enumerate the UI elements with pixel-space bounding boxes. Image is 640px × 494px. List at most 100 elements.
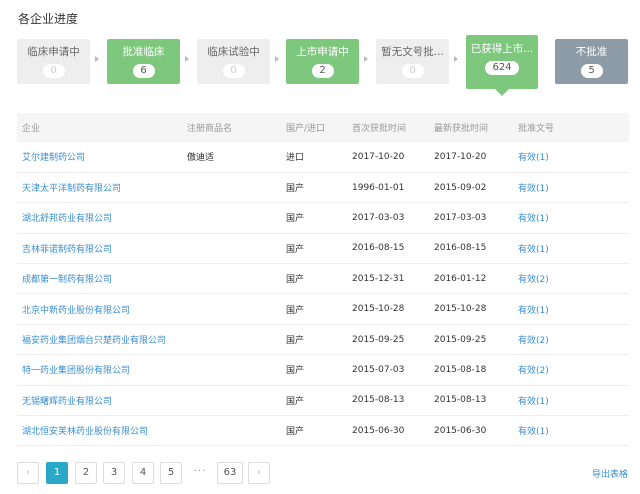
table-row: 无锡曙辉药业有限公司 国产 2015-08-13 2015-08-13 有效(1…: [17, 385, 629, 417]
table-row: 福安药业集团烟台只楚药业有限公司 国产 2015-09-25 2015-09-2…: [17, 324, 629, 356]
enterprise-link[interactable]: 湖北恒安芙林药业股份有限公司: [17, 415, 182, 447]
table-row: 艾尔建制药公司 傲迪适 进口 2017-10-20 2017-10-20 有效(…: [17, 142, 629, 173]
stage-no-license[interactable]: 暂无文号批... 0: [376, 39, 449, 84]
brand-name-cell: [182, 415, 281, 447]
prev-page-button[interactable]: ‹: [17, 462, 39, 484]
stage-count: 2: [311, 64, 334, 78]
chevron-right-icon: [275, 56, 279, 62]
table-row: 湖北舒邦药业有限公司 国产 2017-03-03 2017-03-03 有效(1…: [17, 202, 629, 234]
latest-approval-cell: 2017-10-20: [429, 142, 513, 173]
stage-label: 临床申请中: [27, 46, 80, 58]
approval-number-link[interactable]: 有效(2): [513, 263, 629, 295]
stage-count: 0: [42, 64, 65, 78]
stage-clinical-application[interactable]: 临床申请中 0: [17, 39, 90, 84]
page-button-2[interactable]: 2: [75, 462, 97, 484]
chevron-right-icon: [454, 56, 458, 62]
stage-label: 临床试验中: [207, 46, 260, 58]
brand-name-cell: [182, 324, 281, 356]
approval-number-link[interactable]: 有效(1): [513, 293, 629, 325]
page-button-4[interactable]: 4: [132, 462, 154, 484]
table-row: 天津太平洋制药有限公司 国产 1996-01-01 2015-09-02 有效(…: [17, 172, 629, 204]
stage-clinical-trial[interactable]: 临床试验中 0: [197, 39, 270, 84]
brand-name-cell: 傲迪适: [182, 142, 281, 173]
first-approval-cell: 2017-10-20: [347, 142, 429, 173]
enterprise-link[interactable]: 艾尔建制药公司: [17, 142, 182, 173]
col-header-origin[interactable]: 国产/进口: [281, 113, 347, 142]
enterprise-link[interactable]: 天津太平洋制药有限公司: [17, 172, 182, 204]
brand-name-cell: [182, 172, 281, 204]
table-row: 吉林菲诺制药有限公司 国产 2016-08-15 2016-08-15 有效(1…: [17, 233, 629, 265]
first-approval-cell: 2015-06-30: [347, 415, 429, 447]
first-approval-cell: 2015-10-28: [347, 293, 429, 325]
col-header-approval-number[interactable]: 批准文号: [513, 113, 629, 142]
origin-cell: 国产: [281, 293, 347, 325]
page-button-1[interactable]: 1: [46, 462, 68, 484]
page-button-5[interactable]: 5: [160, 462, 182, 484]
brand-name-cell: [182, 202, 281, 234]
origin-cell: 国产: [281, 172, 347, 204]
brand-name-cell: [182, 293, 281, 325]
stage-market-application[interactable]: 上市申请中 2: [286, 39, 359, 84]
origin-cell: 国产: [281, 202, 347, 234]
enterprise-link[interactable]: 北京中新药业股份有限公司: [17, 293, 182, 325]
col-header-first-approval[interactable]: 首次获批时间: [347, 113, 429, 142]
stage-count: 6: [132, 64, 155, 78]
latest-approval-cell: 2016-08-15: [429, 233, 513, 265]
approval-number-link[interactable]: 有效(1): [513, 142, 629, 173]
chevron-right-icon: [364, 56, 368, 62]
stage-count: 5: [580, 64, 603, 78]
chevron-right-icon: [95, 56, 99, 62]
stage-label: 已获得上市...: [470, 43, 534, 55]
brand-name-cell: [182, 385, 281, 417]
export-table-link[interactable]: 导出表格: [592, 467, 628, 480]
section-title: 各企业进度: [18, 12, 79, 26]
first-approval-cell: 2016-08-15: [347, 233, 429, 265]
stage-count: 0: [401, 64, 424, 78]
latest-approval-cell: 2015-08-13: [429, 385, 513, 417]
table-row: 北京中新药业股份有限公司 国产 2015-10-28 2015-10-28 有效…: [17, 293, 629, 325]
next-page-button[interactable]: ›: [248, 462, 270, 484]
first-approval-cell: 2015-12-31: [347, 263, 429, 295]
approval-number-link[interactable]: 有效(1): [513, 233, 629, 265]
stage-rejected[interactable]: 不批准 5: [555, 39, 628, 84]
latest-approval-cell: 2015-09-25: [429, 324, 513, 356]
origin-cell: 国产: [281, 324, 347, 356]
brand-name-cell: [182, 263, 281, 295]
approval-number-link[interactable]: 有效(1): [513, 385, 629, 417]
enterprise-link[interactable]: 特一药业集团股份有限公司: [17, 354, 182, 386]
approval-number-link[interactable]: 有效(1): [513, 202, 629, 234]
stage-count: 624: [485, 61, 519, 75]
chevron-right-icon: [185, 56, 189, 62]
stage-market-approved[interactable]: 已获得上市... 624: [466, 35, 538, 96]
approval-number-link[interactable]: 有效(2): [513, 324, 629, 356]
enterprise-table: 企业 注册商品名 国产/进口 首次获批时间 最新获批时间 批准文号 艾尔建制药公…: [17, 113, 629, 447]
origin-cell: 国产: [281, 385, 347, 417]
approval-number-link[interactable]: 有效(1): [513, 415, 629, 447]
enterprise-link[interactable]: 吉林菲诺制药有限公司: [17, 233, 182, 265]
approval-number-link[interactable]: 有效(2): [513, 354, 629, 386]
first-approval-cell: 2015-07-03: [347, 354, 429, 386]
page-ellipsis: ···: [193, 466, 207, 477]
origin-cell: 国产: [281, 415, 347, 447]
page-button-3[interactable]: 3: [103, 462, 125, 484]
stage-label: 暂无文号批...: [381, 46, 444, 58]
stage-clinical-approved[interactable]: 批准临床 6: [107, 39, 180, 84]
col-header-enterprise[interactable]: 企业: [17, 113, 182, 142]
latest-approval-cell: 2015-09-02: [429, 172, 513, 204]
enterprise-link[interactable]: 福安药业集团烟台只楚药业有限公司: [17, 324, 182, 356]
approval-number-link[interactable]: 有效(1): [513, 172, 629, 204]
col-header-brand-name[interactable]: 注册商品名: [182, 113, 281, 142]
stage-label: 批准临床: [122, 46, 165, 58]
page-button-last[interactable]: 63: [217, 462, 243, 484]
latest-approval-cell: 2017-03-03: [429, 202, 513, 234]
latest-approval-cell: 2016-01-12: [429, 263, 513, 295]
stage-count: 0: [222, 64, 245, 78]
latest-approval-cell: 2015-08-18: [429, 354, 513, 386]
enterprise-link[interactable]: 湖北舒邦药业有限公司: [17, 202, 182, 234]
enterprise-link[interactable]: 成都第一制药有限公司: [17, 263, 182, 295]
col-header-latest-approval[interactable]: 最新获批时间: [429, 113, 513, 142]
enterprise-link[interactable]: 无锡曙辉药业有限公司: [17, 385, 182, 417]
origin-cell: 国产: [281, 233, 347, 265]
origin-cell: 进口: [281, 142, 347, 173]
stage-label: 上市申请中: [296, 46, 349, 58]
